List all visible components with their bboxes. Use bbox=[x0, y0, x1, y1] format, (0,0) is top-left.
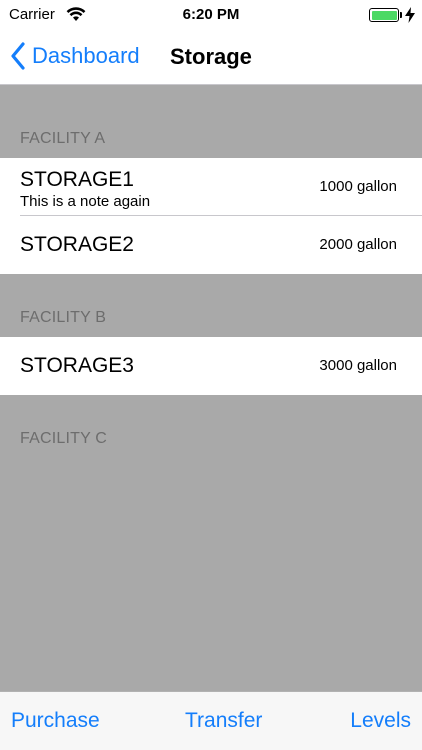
battery-level-fill bbox=[371, 10, 397, 20]
section-facility-b: STORAGE3 3000 gallon bbox=[0, 337, 422, 395]
storage-row[interactable]: STORAGE3 3000 gallon bbox=[0, 337, 422, 395]
storage-note: This is a note again bbox=[20, 193, 151, 210]
purchase-button[interactable]: Purchase bbox=[11, 709, 100, 733]
navigation-bar: Dashboard Storage bbox=[0, 30, 422, 85]
section-facility-a: STORAGE1 This is a note again 1000 gallo… bbox=[0, 158, 422, 274]
status-bar: Carrier 6:20 PM bbox=[0, 0, 422, 30]
storage-capacity: 1000 gallon bbox=[319, 178, 397, 195]
transfer-button[interactable]: Transfer bbox=[185, 709, 262, 733]
back-button-label: Dashboard bbox=[32, 43, 140, 68]
section-header-facility-c: FACILITY C bbox=[20, 430, 108, 447]
levels-button[interactable]: Levels bbox=[350, 709, 411, 733]
section-header-facility-a: FACILITY A bbox=[20, 130, 106, 147]
storage-row[interactable]: STORAGE2 2000 gallon bbox=[0, 216, 422, 274]
battery-icon bbox=[369, 8, 399, 22]
storage-name: STORAGE3 bbox=[20, 354, 134, 377]
section-header-facility-b: FACILITY B bbox=[20, 309, 107, 326]
clock: 6:20 PM bbox=[182, 6, 240, 23]
back-button[interactable]: Dashboard bbox=[10, 41, 140, 71]
bottom-toolbar: Purchase Transfer Levels bbox=[0, 691, 422, 750]
storage-capacity: 2000 gallon bbox=[319, 236, 397, 253]
battery-cap bbox=[400, 12, 402, 18]
page-title: Storage bbox=[170, 44, 252, 69]
storage-row[interactable]: STORAGE1 This is a note again 1000 gallo… bbox=[0, 158, 422, 216]
storage-name: STORAGE1 bbox=[20, 168, 134, 191]
back-chevron-icon bbox=[11, 42, 25, 70]
storage-capacity: 3000 gallon bbox=[319, 357, 397, 374]
storage-name: STORAGE2 bbox=[20, 233, 134, 256]
charging-bolt-icon bbox=[405, 7, 415, 23]
